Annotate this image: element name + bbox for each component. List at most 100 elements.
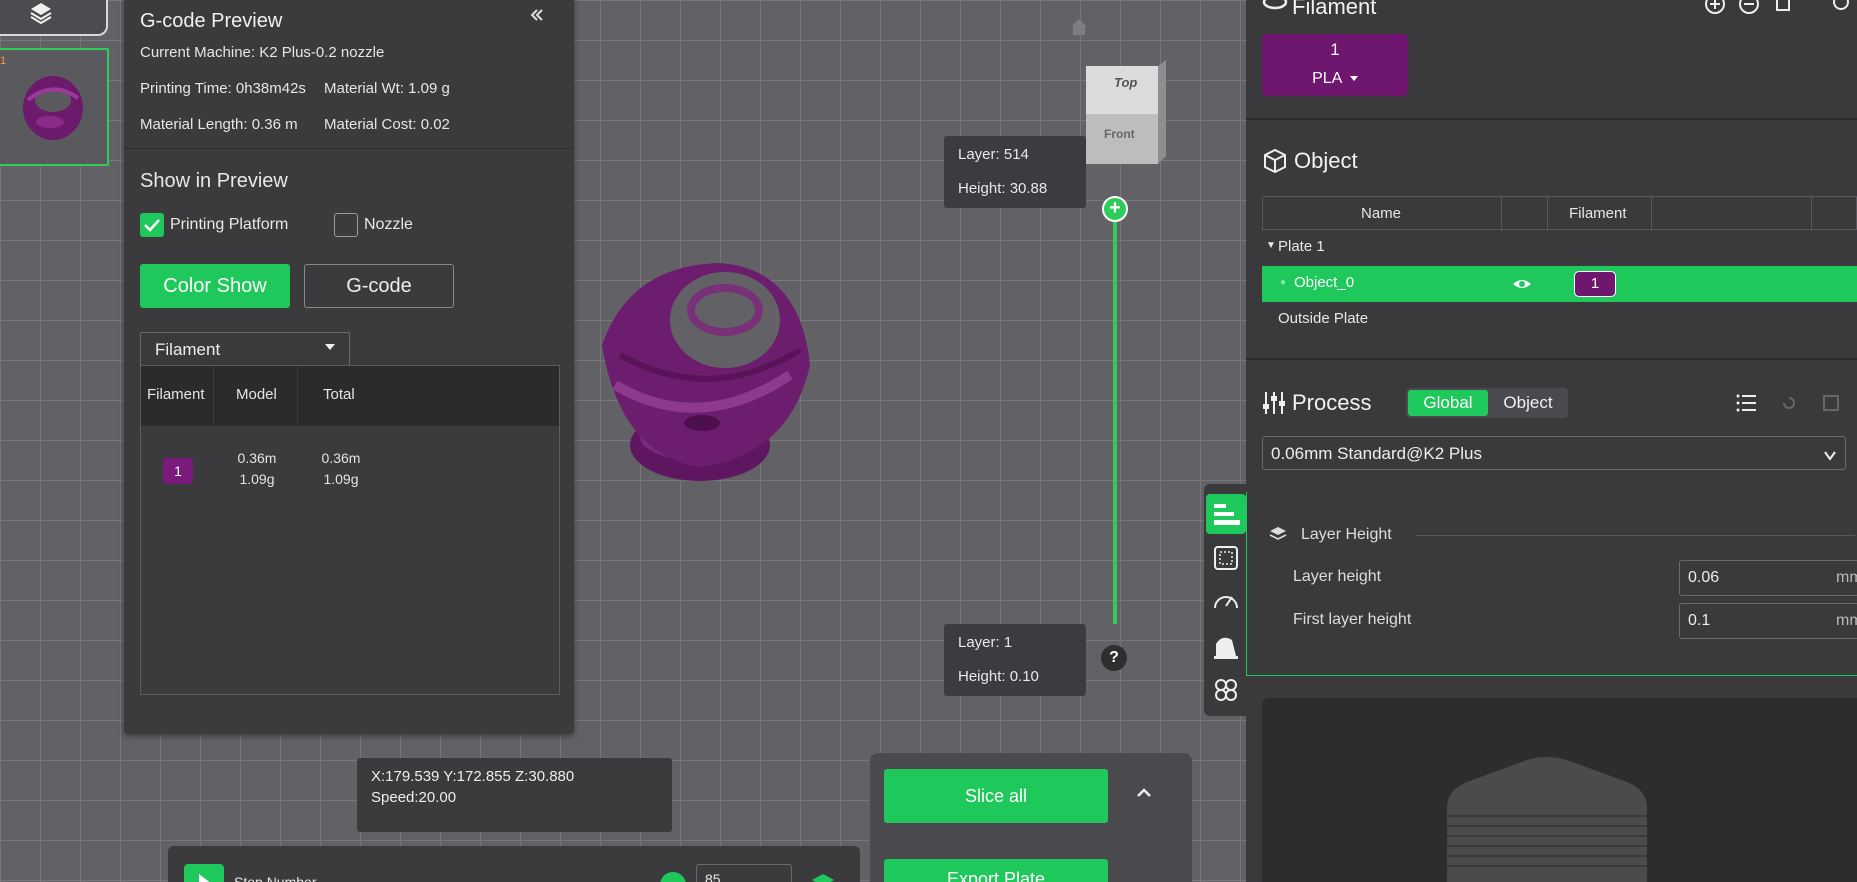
object-filament-chip[interactable]: 1 [1574,271,1616,297]
step-control-bar: Step Number 85 [168,846,860,882]
others-tool[interactable] [1206,670,1246,710]
layers-toggle-button[interactable] [0,0,108,36]
caret-down-icon [1349,76,1358,82]
infill-tool[interactable] [1206,538,1246,578]
setting-illustration [1262,698,1857,882]
save-icon[interactable] [1822,394,1840,417]
speed-tool[interactable] [1206,582,1246,622]
support-tool[interactable] [1206,626,1246,666]
object-name: Object_0 [1294,274,1355,291]
add-filament-icon[interactable] [1704,0,1726,23]
remove-filament-icon[interactable] [1738,0,1760,23]
tab-global[interactable]: Global [1408,390,1488,416]
material-length: Material Length: 0.36 m [140,116,298,133]
printing-time: Printing Time: 0h38m42s [140,80,306,97]
object-row[interactable]: ● Object_0 1 [1262,266,1857,302]
help-icon[interactable]: ? [1101,645,1127,671]
top-height-label: Height: 30.88 [958,180,1048,197]
plate-thumbnail[interactable]: 1 [0,48,109,166]
step-number-value: 85 [705,871,721,882]
filament-slot-1[interactable]: 1 PLA [1262,34,1408,96]
col-name: Name [1361,205,1402,222]
nozzle-checkbox[interactable] [334,213,358,237]
slice-all-button[interactable]: Slice all [884,769,1108,823]
filament-settings-icon[interactable] [1830,0,1852,21]
plate-label: Plate 1 [1278,238,1325,255]
process-sliders-icon [1262,390,1286,421]
visibility-eye-icon[interactable] [1512,274,1532,298]
outside-plate-label: Outside Plate [1278,310,1369,327]
caret-down-icon [1823,447,1837,467]
material-cost: Material Cost: 0.02 [324,116,450,133]
show-in-preview-heading: Show in Preview [140,170,288,192]
xyz-coordinates: X:179.539 Y:172.855 Z:30.880 [371,768,575,785]
check-icon [144,219,160,232]
color-show-button[interactable]: Color Show [140,264,290,308]
3d-viewport[interactable]: 1 G-code Preview Current Machine: K2 Plu… [0,0,1246,882]
total-weight: 1.09g [323,471,359,487]
first-layer-height-label: First layer height [1293,611,1412,628]
step-slider-handle[interactable] [660,872,686,882]
col-filament: Filament [147,386,205,403]
play-button[interactable] [184,864,224,882]
sliced-model[interactable] [590,255,820,505]
play-icon [199,874,210,882]
plate-thumbnail-image [23,76,83,140]
layer-stack-icon [1269,526,1287,547]
bullet-icon: ● [1280,277,1287,288]
panel-title: G-code Preview [140,10,283,32]
slice-actions: Slice all Export Plate [870,753,1192,882]
layers-icon [28,0,54,31]
outside-plate-row[interactable]: Outside Plate [1262,302,1857,338]
layer-height-settings: Layer Height Layer height 0.06 mm First … [1246,492,1857,676]
plate-row[interactable]: ▼ Plate 1 [1262,230,1857,266]
first-layer-height-unit: mm [1836,612,1857,629]
caret-down-icon: ▼ [1266,240,1276,251]
expand-up-icon[interactable] [1132,781,1156,810]
filament-slot-number: 1 [1330,40,1340,59]
export-plate-button[interactable]: Export Plate [884,859,1108,882]
tab-object[interactable]: Object [1490,390,1566,416]
material-weight: Material Wt: 1.09 g [324,80,450,97]
process-scope-toggle: Global Object [1406,388,1568,418]
layer-slider-top-handle[interactable]: + [1102,196,1128,222]
clover-icon [1215,679,1237,701]
filament-icon [1262,0,1288,19]
top-layer-label: Layer: 514 [958,146,1029,163]
printing-platform-label: Printing Platform [170,216,289,233]
step-number-input[interactable]: 85 [696,864,792,882]
filament-type: PLA [1312,70,1342,87]
layer-height-unit: mm [1836,569,1857,586]
preview-mode-select[interactable]: Filament [140,332,350,366]
process-preset-value: 0.06mm Standard@K2 Plus [1271,444,1482,463]
view-cube[interactable]: Top Front [1086,60,1172,168]
table-header: Filament Model Total [141,366,559,426]
filament-edit-icon[interactable] [1774,0,1792,21]
object-list-header: Name Filament [1262,196,1857,231]
layer-stack-illustration [1447,757,1647,882]
layer-height-section-title: Layer Height [1301,526,1392,543]
layers-icon[interactable] [810,870,836,882]
collapse-panel-icon[interactable] [528,6,546,29]
gcode-button[interactable]: G-code [304,264,454,308]
layer-slider-track[interactable] [1113,206,1117,624]
layer-height-input[interactable]: 0.06 mm [1679,560,1857,596]
list-view-icon[interactable] [1736,392,1758,419]
filament-type-select[interactable]: PLA [1262,70,1408,88]
model-length: 0.36m [237,450,277,466]
printing-platform-checkbox[interactable] [140,213,164,237]
layer-settings-tool[interactable] [1206,494,1246,534]
speed-value: Speed:20.00 [371,789,457,806]
support-icon [1214,637,1238,659]
layer-bars-icon [1214,504,1240,525]
bottom-layer-label: Layer: 1 [958,634,1013,651]
first-layer-height-value: 0.1 [1688,612,1711,629]
plate-thumbnail-strip: 1 [0,0,110,882]
first-layer-height-input[interactable]: 0.1 mm [1679,603,1857,639]
reset-icon[interactable] [1780,394,1798,417]
total-length: 0.36m [321,450,361,466]
home-view-icon[interactable] [1068,16,1090,43]
top-layer-tooltip: Layer: 514 Height: 30.88 [944,136,1086,208]
position-readout: X:179.539 Y:172.855 Z:30.880 Speed:20.00 [357,758,672,832]
process-preset-select[interactable]: 0.06mm Standard@K2 Plus [1262,436,1846,470]
